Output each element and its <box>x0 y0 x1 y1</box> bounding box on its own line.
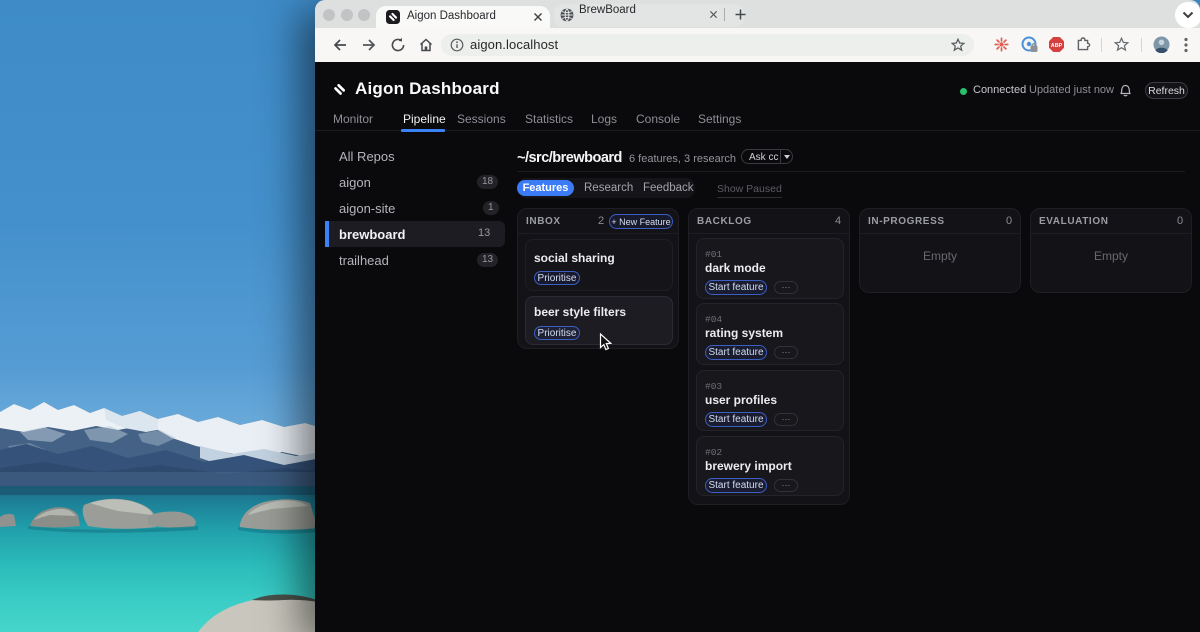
svg-text:ABP: ABP <box>1051 43 1063 49</box>
